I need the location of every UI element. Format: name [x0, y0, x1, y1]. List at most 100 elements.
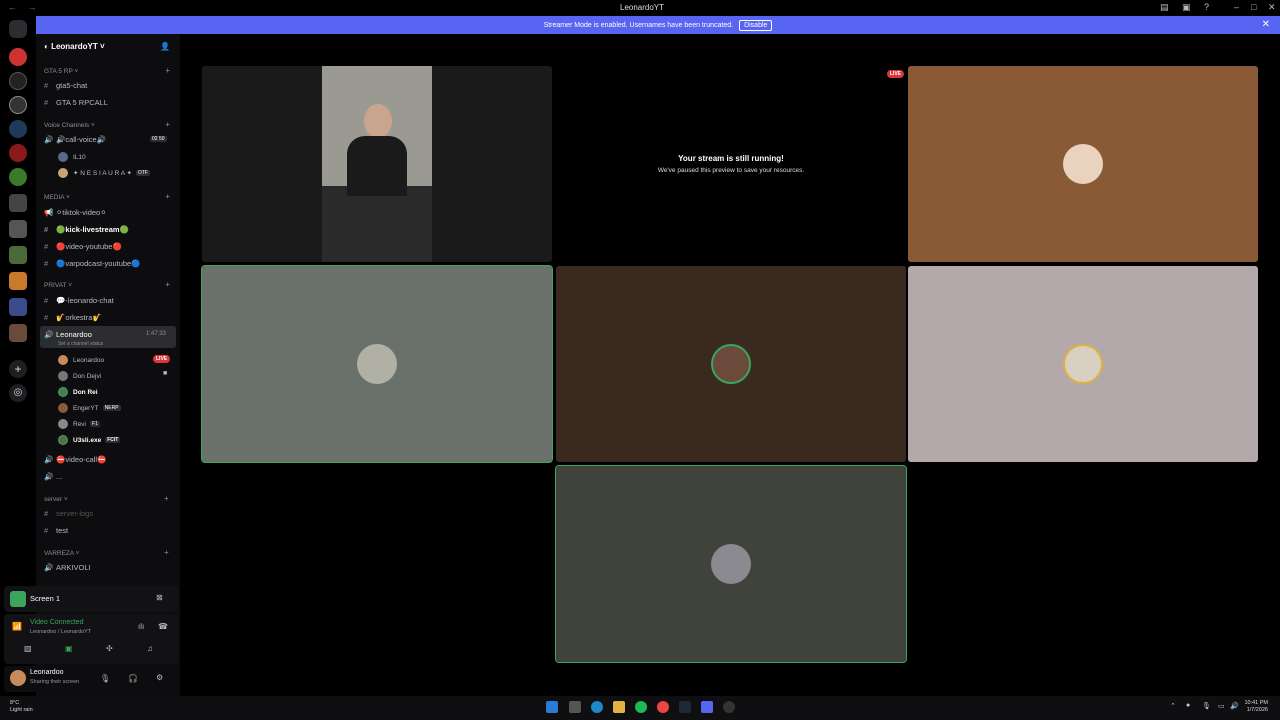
camera-off-icon[interactable]: ▨ — [24, 644, 32, 653]
chrome-icon[interactable] — [657, 701, 669, 713]
discord-home-icon[interactable] — [9, 20, 27, 38]
voice-user[interactable]: Leonardoo — [58, 355, 104, 365]
server-folder-icon[interactable] — [9, 220, 27, 238]
channel-orkestra[interactable]: # 🎷orkestra🎷 — [44, 313, 102, 322]
voice-user[interactable]: Don Rei — [58, 387, 98, 397]
inbox-icon[interactable]: ▤ — [1160, 2, 1169, 13]
channel-server-logs[interactable]: # server-logs — [44, 509, 93, 518]
server-folder-icon[interactable] — [9, 298, 27, 316]
voice-user[interactable]: Revi F1 — [58, 419, 100, 429]
category-varreza[interactable]: VARREZA ˅ — [44, 550, 79, 557]
server-icon[interactable] — [9, 168, 27, 186]
headset-icon[interactable]: 🎧 — [128, 674, 138, 683]
stream-paused-tile[interactable]: Your stream is still running! We've paus… — [556, 66, 906, 262]
channel-leonardo-chat[interactable]: # 💬-leonardo-chat — [44, 296, 114, 305]
category-server[interactable]: server ˅ — [44, 496, 68, 503]
voice-user[interactable]: Don Dejvi — [58, 371, 101, 381]
edge-icon[interactable] — [591, 701, 603, 713]
channel-test[interactable]: # test — [44, 526, 68, 535]
voice-user[interactable]: EngerYT NERP — [58, 403, 121, 413]
add-channel-icon[interactable]: + — [165, 66, 170, 75]
channel-video-call[interactable]: 🔊 ⛔video-call⛔ — [44, 455, 106, 464]
streamer-mode-banner: Streamer Mode is enabled. Usernames have… — [36, 16, 1280, 34]
tray-chevron-icon[interactable]: ⌃ — [1170, 702, 1176, 710]
voice-status[interactable]: Video Connected — [30, 619, 84, 626]
server-folder-icon[interactable] — [9, 246, 27, 264]
channel-gta5-rpcall[interactable]: # GTA 5 RPCALL — [44, 98, 108, 107]
window-title: LeonardoYT — [620, 3, 665, 12]
category-gta[interactable]: GTA 5 RP ˅ — [44, 68, 78, 75]
category-privat[interactable]: PRIVAT ˅ — [44, 282, 72, 289]
microphone-tray-icon[interactable]: 🎙 — [1202, 702, 1211, 710]
server-icon[interactable] — [9, 96, 27, 114]
add-channel-icon[interactable]: + — [165, 192, 170, 201]
voice-location[interactable]: Leonardoo / LeonardoYT — [30, 629, 91, 635]
file-explorer-icon[interactable] — [613, 701, 625, 713]
settings-gear-icon[interactable]: ⚙ — [156, 673, 163, 682]
disconnect-icon[interactable]: ☎ — [158, 622, 168, 631]
tray-app-icon[interactable]: ● — [1186, 702, 1190, 709]
video-tile-user[interactable] — [201, 265, 553, 463]
server-icon[interactable] — [9, 120, 27, 138]
channel-kick[interactable]: # 🟢kick-livestream🟢 — [44, 225, 129, 234]
stop-share-icon[interactable]: ⊠ — [156, 593, 163, 602]
server-icon[interactable] — [9, 144, 27, 162]
soundboard-icon[interactable]: ♫ — [147, 644, 153, 653]
start-icon[interactable] — [546, 701, 558, 713]
channel-arkivoli[interactable]: 🔊 ARKIVOLI — [44, 563, 91, 572]
channel-leonardoo[interactable]: 🔊 Leonardoo — [44, 330, 92, 339]
channel-tiktok[interactable]: 📢 ⚪tiktok-video⚪ — [44, 208, 107, 217]
discord-icon[interactable] — [701, 701, 713, 713]
category-media[interactable]: MEDIA ˅ — [44, 194, 70, 201]
noise-icon[interactable]: ılı — [138, 622, 144, 631]
video-tile-user[interactable] — [908, 266, 1258, 462]
add-server-icon[interactable]: + — [9, 360, 27, 378]
close-banner-icon[interactable]: ✕ — [1262, 19, 1270, 30]
video-tile-user[interactable] — [556, 266, 906, 462]
avatar[interactable] — [10, 670, 26, 686]
monitor-icon[interactable]: ▣ — [1182, 2, 1191, 13]
add-channel-icon[interactable]: + — [165, 280, 170, 289]
voice-user[interactable]: U3sli.exe FCIT — [58, 435, 121, 445]
maximize-icon[interactable]: □ — [1251, 2, 1256, 12]
microphone-icon[interactable]: 🎙 — [100, 674, 110, 683]
spotify-icon[interactable] — [635, 701, 647, 713]
signal-icon[interactable]: 📶 — [12, 622, 22, 631]
search-icon[interactable] — [569, 701, 581, 713]
weather-widget[interactable]: 8°C Light rain — [10, 700, 33, 714]
voice-user[interactable]: ✦ N E S I A U R A ✦ OTF — [58, 168, 150, 178]
server-folder-icon[interactable] — [9, 194, 27, 212]
steam-icon[interactable] — [679, 701, 691, 713]
voice-user[interactable]: IL10 — [58, 152, 86, 162]
video-tile-user[interactable] — [908, 66, 1258, 262]
close-window-icon[interactable]: ✕ — [1268, 2, 1276, 13]
obs-icon[interactable] — [723, 701, 735, 713]
add-member-icon[interactable]: 👤 — [160, 42, 170, 51]
server-folder-icon[interactable] — [9, 324, 27, 342]
clock[interactable]: 10:41 PM 1/7/2026 — [1244, 700, 1268, 714]
disable-button[interactable]: Disable — [739, 19, 773, 31]
volume-icon[interactable]: 🔊 — [1230, 702, 1239, 710]
channel-call-voice[interactable]: 🔊 🔊call-voice🔊 — [44, 135, 106, 144]
help-icon[interactable]: ? — [1204, 2, 1209, 12]
channel-youtube[interactable]: # 🔴video-youtube🔴 — [44, 242, 122, 251]
guild-header[interactable]: ◐ LeonardoYT ˅ — [44, 42, 105, 51]
category-voice[interactable]: Voice Channels ˅ — [44, 122, 95, 129]
activities-icon[interactable]: ✣ — [106, 644, 113, 653]
channel-status[interactable]: Set a channel status — [58, 341, 103, 347]
clock-date: 1/7/2026 — [1246, 707, 1268, 713]
video-tile-user[interactable] — [555, 465, 907, 663]
discover-icon[interactable]: ◎ — [9, 384, 27, 402]
video-tile-camera[interactable] — [202, 66, 552, 262]
nav-arrows[interactable]: ← → — [8, 2, 41, 12]
server-icon[interactable] — [9, 72, 27, 90]
channel-gta5-chat[interactable]: # gta5-chat — [44, 81, 87, 90]
channel-dots[interactable]: 🔊... — [44, 472, 62, 481]
minimize-icon[interactable]: – — [1234, 2, 1239, 12]
add-channel-icon[interactable]: + — [165, 120, 170, 129]
network-icon[interactable]: ▭ — [1218, 702, 1225, 710]
channel-varpodcast[interactable]: # 🔵varpodcast-youtube🔵 — [44, 259, 141, 268]
share-screen-icon[interactable]: ▣ — [65, 644, 73, 653]
server-folder-icon[interactable] — [9, 272, 27, 290]
server-icon[interactable] — [9, 48, 27, 66]
